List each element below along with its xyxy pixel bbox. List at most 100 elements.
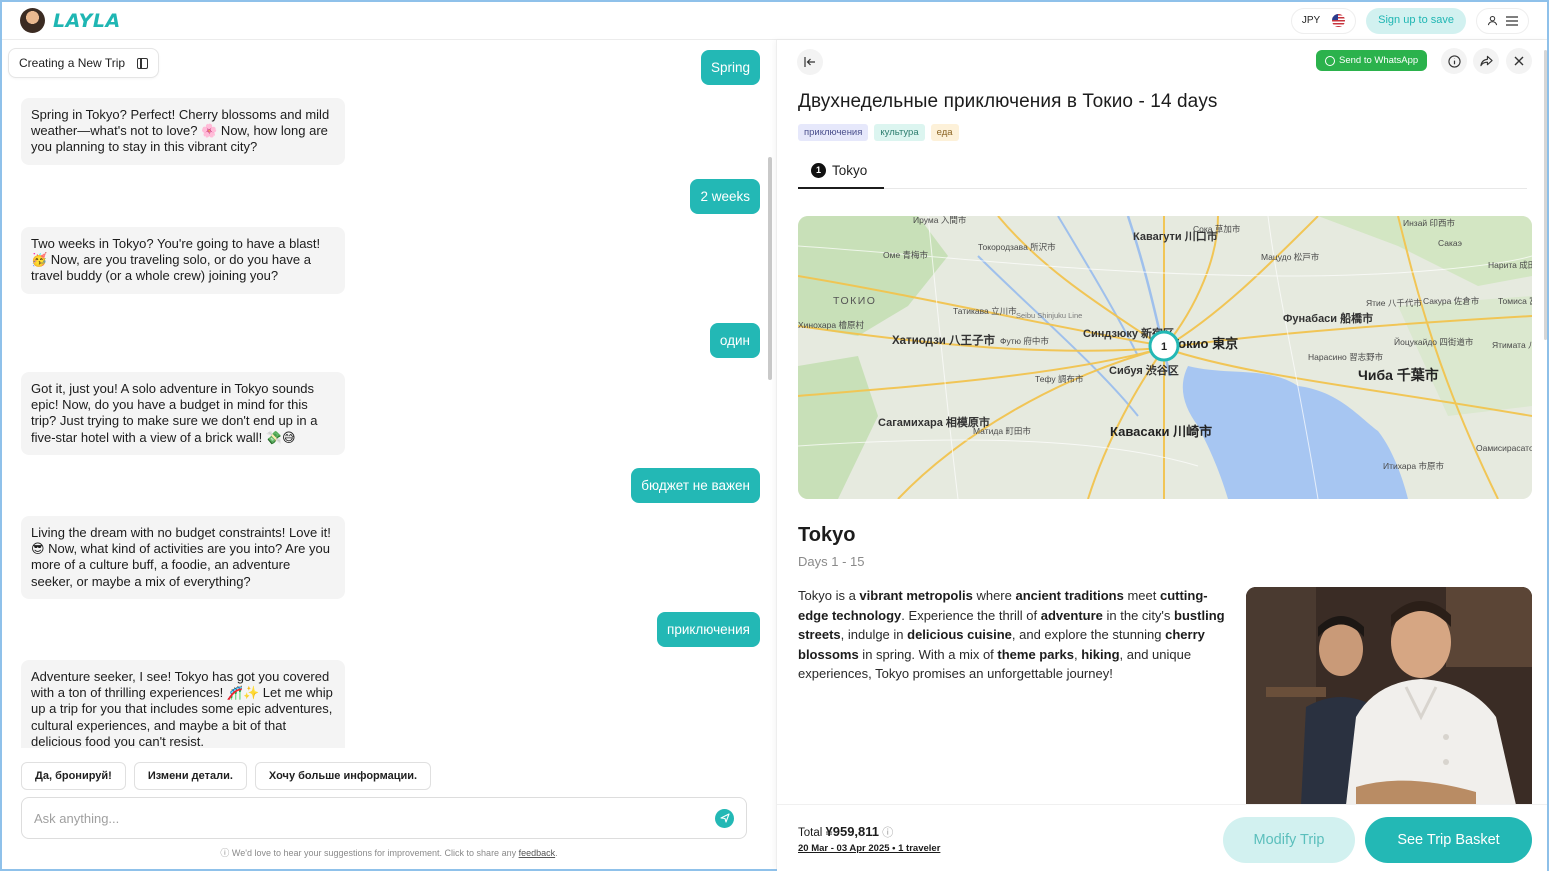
chat-input[interactable] bbox=[34, 810, 715, 826]
description-highlight: hiking bbox=[1081, 646, 1120, 662]
user-icon bbox=[1487, 15, 1498, 26]
map-label: ТОКИО bbox=[833, 295, 876, 307]
trip-chip-label: Creating a New Trip bbox=[19, 56, 126, 70]
top-bar: LAYLA JPY Sign up to save bbox=[2, 2, 1547, 40]
city-title: Tokyo bbox=[798, 524, 856, 546]
map-label: Seibu Shinjuku Line bbox=[1016, 311, 1082, 320]
feedback-text: We'd love to hear your suggestions for i… bbox=[231, 848, 517, 858]
send-icon bbox=[719, 813, 730, 823]
map-label: Ятимата 八街市 bbox=[1492, 340, 1532, 350]
feedback-link[interactable]: feedback bbox=[519, 848, 556, 858]
map-label: Сибуя 渋谷区 bbox=[1109, 363, 1179, 377]
locale-selector[interactable]: JPY bbox=[1290, 7, 1357, 34]
description-text: in the city's bbox=[1102, 607, 1175, 623]
user-message: бюджет не важен bbox=[631, 468, 760, 503]
map-label: Тефу 調布市 bbox=[1035, 374, 1084, 384]
assistant-message: Adventure seeker, I see! Tokyo has got y… bbox=[21, 660, 345, 748]
description-highlight: vibrant metropolis bbox=[859, 588, 973, 603]
trip-tags: приключения культура еда bbox=[798, 124, 959, 141]
map-canvas: Ирума 入間市 Кавагути 川口市 Сока 草加市 Инзай 印西… bbox=[798, 216, 1532, 499]
assistant-message: Two weeks in Tokyo? You're going to have… bbox=[21, 227, 345, 294]
see-trip-basket-button[interactable]: See Trip Basket bbox=[1365, 817, 1532, 863]
city-description: Tokyo is a vibrant metropolis where anci… bbox=[798, 586, 1230, 684]
description-highlight: delicious cuisine bbox=[907, 627, 1012, 642]
map-label: Сакура 佐倉市 bbox=[1423, 296, 1480, 306]
map-label: Томиса 富里市 bbox=[1498, 296, 1532, 306]
share-icon bbox=[1479, 55, 1493, 67]
description-text: , and explore the stunning bbox=[1011, 627, 1166, 642]
map-pin-number: 1 bbox=[1161, 341, 1167, 353]
trip-panel: Send to WhatsApp Двухнедельные приключен… bbox=[776, 40, 1547, 871]
user-message: Spring bbox=[700, 50, 760, 85]
map-label: Фунабаси 船橋市 bbox=[1283, 311, 1373, 325]
close-icon bbox=[1514, 56, 1524, 66]
logo[interactable]: LAYLA bbox=[20, 8, 121, 33]
info-circle-icon bbox=[1447, 54, 1461, 68]
map-label: Токородзава 所沢市 bbox=[978, 242, 1056, 252]
map-label: Хатиодзи 八王子市 bbox=[892, 333, 996, 347]
chat-scrollbar[interactable] bbox=[768, 157, 772, 380]
share-button[interactable] bbox=[1473, 48, 1499, 74]
send-to-whatsapp-button[interactable]: Send to WhatsApp bbox=[1316, 50, 1428, 71]
map-label: Ирума 入間市 bbox=[913, 216, 967, 225]
chat-panel: Creating a New Trip Spring Spring in Tok… bbox=[2, 40, 776, 869]
info-button[interactable] bbox=[1441, 48, 1467, 74]
creating-trip-chip[interactable]: Creating a New Trip bbox=[8, 48, 160, 78]
collapse-panel-button[interactable] bbox=[797, 49, 823, 75]
message-list[interactable]: Creating a New Trip Spring Spring in Tok… bbox=[2, 40, 776, 748]
close-button[interactable] bbox=[1506, 48, 1532, 74]
map-label: Футю 府中市 bbox=[1000, 336, 1049, 346]
feedback-end: . bbox=[555, 848, 558, 858]
suggestion-more-info[interactable]: Хочу больше информации. bbox=[254, 762, 432, 790]
top-right-controls: JPY Sign up to save bbox=[1290, 7, 1529, 34]
description-highlight: ancient traditions bbox=[1015, 588, 1124, 603]
map-label: Оамисирасато 大網白里市 bbox=[1476, 443, 1532, 453]
description-text: , indulge in bbox=[840, 627, 908, 642]
map-label: Кавасаки 川崎市 bbox=[1110, 424, 1212, 439]
map-label: Токио 東京 bbox=[1171, 336, 1238, 351]
modify-trip-button[interactable]: Modify Trip bbox=[1223, 817, 1355, 863]
map-label: Матида 町田市 bbox=[973, 426, 1031, 436]
description-highlight: adventure bbox=[1040, 607, 1103, 623]
map-label: Хинохара 檜原村 bbox=[798, 320, 864, 330]
trip-dates[interactable]: 20 Mar - 03 Apr 2025 • 1 traveler bbox=[798, 843, 940, 854]
tab-label: Tokyo bbox=[832, 162, 868, 178]
map-label: Татикава 立川市 bbox=[953, 306, 1017, 316]
assistant-message: Got it, just you! A solo adventure in To… bbox=[21, 372, 345, 455]
whatsapp-icon bbox=[1325, 55, 1335, 66]
map-label: Итихара 市原市 bbox=[1383, 461, 1444, 471]
user-menu-button[interactable] bbox=[1476, 7, 1529, 34]
total-label: Total bbox=[798, 827, 823, 839]
assistant-message: Spring in Tokyo? Perfect! Cherry blossom… bbox=[21, 98, 345, 165]
trip-total: Total ¥959,811 ⓘ bbox=[798, 824, 893, 840]
trip-footer: Total ¥959,811 ⓘ 20 Mar - 03 Apr 2025 • … bbox=[777, 804, 1547, 871]
send-button[interactable] bbox=[715, 808, 734, 828]
tag-food: еда bbox=[930, 124, 959, 141]
info-icon: ⓘ bbox=[220, 848, 230, 858]
chef-photo-illustration bbox=[1246, 587, 1532, 805]
collapse-left-icon bbox=[804, 57, 815, 67]
map-label: Сока 草加市 bbox=[1193, 224, 1241, 234]
logo-avatar bbox=[20, 8, 45, 33]
trip-title: Двухнедельные приключения в Токио - 14 d… bbox=[798, 91, 1218, 112]
map-pin-tokyo[interactable]: 1 bbox=[1148, 330, 1180, 362]
suggestion-book[interactable]: Да, бронируй! bbox=[21, 762, 126, 790]
description-highlight: theme parks bbox=[997, 646, 1074, 662]
signup-button[interactable]: Sign up to save bbox=[1366, 7, 1466, 34]
suggestion-change-details[interactable]: Измени детали. bbox=[133, 762, 247, 790]
tab-tokyo[interactable]: 1 Tokyo bbox=[798, 153, 884, 189]
trip-map[interactable]: Ирума 入間市 Кавагути 川口市 Сока 草加市 Инзай 印西… bbox=[798, 216, 1532, 499]
panel-scrollbar[interactable] bbox=[1544, 50, 1547, 340]
assistant-message: Living the dream with no budget constrai… bbox=[21, 516, 345, 599]
tag-culture: культура bbox=[874, 124, 925, 141]
chat-input-box bbox=[21, 797, 747, 839]
user-message: один bbox=[709, 323, 760, 358]
us-flag-icon bbox=[1332, 14, 1346, 27]
map-label: Ятие 八千代市 bbox=[1366, 298, 1422, 308]
sidebar-toggle-icon[interactable] bbox=[137, 57, 149, 69]
map-label: Оме 青梅市 bbox=[883, 250, 929, 260]
total-info-icon[interactable]: ⓘ bbox=[882, 827, 893, 839]
description-text: in spring. With a mix of bbox=[858, 646, 998, 662]
suggestion-chips: Да, бронируй! Измени детали. Хочу больше… bbox=[21, 762, 432, 790]
map-label: Чиба 千葉市 bbox=[1358, 367, 1439, 383]
